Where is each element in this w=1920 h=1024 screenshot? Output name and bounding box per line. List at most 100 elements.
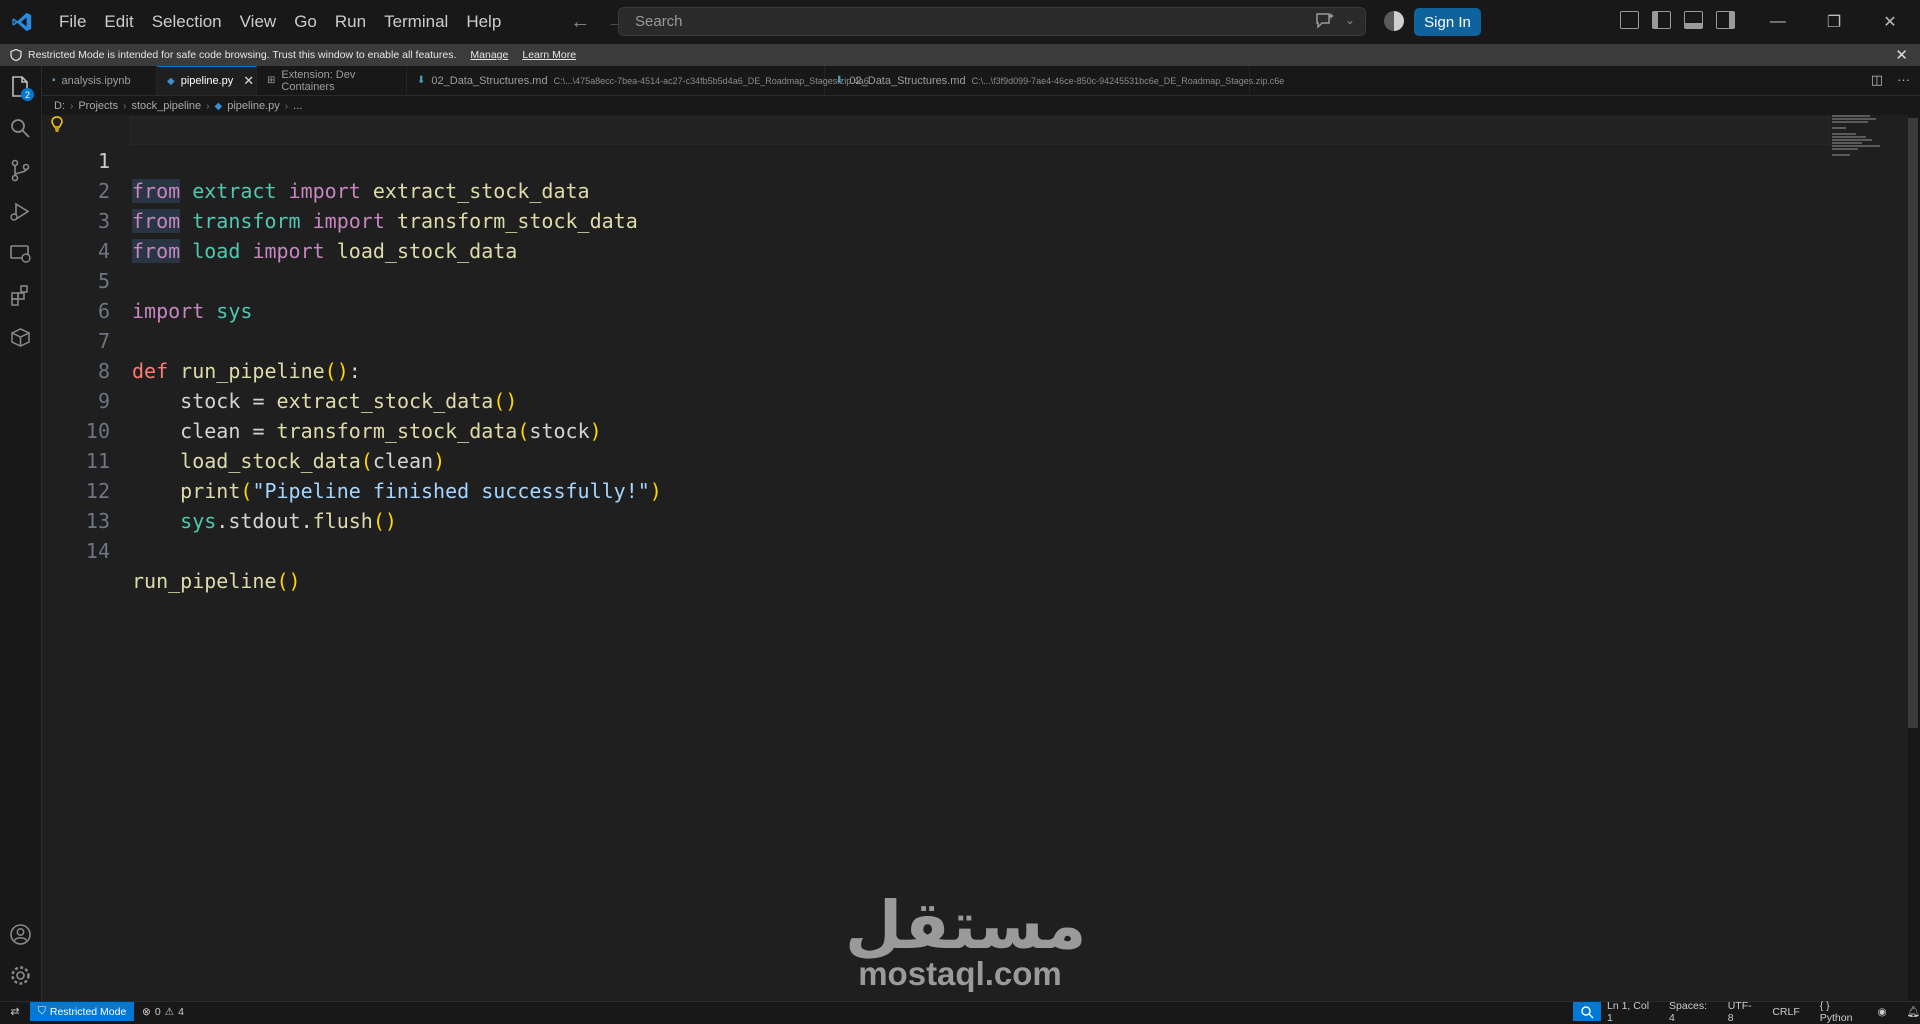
tab-label: analysis.ipynb [61,74,131,87]
manage-link[interactable]: Manage [470,49,508,61]
run-and-debug-icon[interactable] [8,199,33,224]
toggle-secondary-sidebar-icon[interactable] [1716,11,1735,29]
braces-icon: { } [1819,999,1830,1012]
sign-in-button[interactable]: Sign In [1414,8,1481,36]
menu-run[interactable]: Run [326,6,375,38]
language-label: Python [1819,1011,1853,1024]
restricted-mode-banner: Restricted Mode is intended for safe cod… [0,44,1920,66]
editor-tabs: ▪ analysis.ipynb ◆ pipeline.py ✕ ⊞ Exten… [42,66,1920,96]
split-editor-icon[interactable]: ◫ [1871,72,1883,88]
menu-view[interactable]: View [231,6,286,38]
tab-label: 02_Data_Structures.md [431,74,548,87]
watermark-latin: mostaql.com [858,955,1062,992]
menu-edit[interactable]: Edit [95,6,142,38]
editor-scrollbar[interactable] [1908,118,1918,728]
settings-gear-icon[interactable] [8,963,33,988]
more-actions-icon[interactable]: ··· [1897,72,1910,88]
breadcrumb-drive[interactable]: D: [54,100,65,112]
copilot-status-icon[interactable] [1384,11,1404,31]
menu-go[interactable]: Go [285,6,326,38]
tab-pipeline-py[interactable]: ◆ pipeline.py ✕ [157,66,257,95]
code-line: 8 stock = extract_stock_data() [42,326,1842,413]
code-editor[interactable]: 1 from extract import extract_stock_data… [42,115,1908,1001]
shield-icon: ⛉ [38,1005,46,1017]
code-line: 12 sys.stdout.flush() [42,446,1842,533]
search-placeholder: Search [635,13,683,30]
error-count: 0 [154,1005,161,1018]
tab-label: Extension: Dev Containers [281,68,356,93]
tab-data-structures-md-1[interactable]: ⬇ 02_Data_Structures.md C:\...\475a8ecc-… [407,66,869,95]
toggle-primary-sidebar-icon[interactable] [1652,11,1671,29]
breadcrumb-stock-pipeline[interactable]: stock_pipeline [131,100,201,112]
back-arrow-icon[interactable]: ← [570,11,590,34]
remote-explorer-icon[interactable] [8,241,33,266]
code-line: 1 from extract import extract_stock_data [42,116,1842,203]
chevron-right-icon: › [284,100,289,112]
breadcrumb-symbols[interactable]: ... [293,100,302,112]
menu-bar: File Edit Selection View Go Run Terminal… [50,0,510,44]
close-banner-icon[interactable]: ✕ [1895,46,1908,64]
minimap[interactable] [1832,115,1902,156]
code-line: 6 [42,266,1842,323]
python-icon: ◆ [214,100,223,112]
containers-icon[interactable] [8,325,33,350]
tab-path: C:\...\475a8ecc-7bea-4514-ac27-c34fb5b5d… [553,75,869,86]
code-line: 14 run_pipeline() [42,506,1842,593]
restricted-mode-label: Restricted Mode [49,1005,127,1018]
customize-layout-icon[interactable] [1620,11,1639,29]
source-control-icon[interactable] [8,158,33,183]
search-icon[interactable] [8,116,33,141]
remote-indicator-icon[interactable]: ⇄ [0,1002,30,1021]
tab-data-structures-md-2[interactable]: ⬇ 02_Data_Structures.md C:\...\f3f9d099-… [825,66,1284,95]
extensions-icon[interactable] [8,283,33,308]
menu-help[interactable]: Help [457,6,510,38]
activity-bar: 2 [0,66,42,1001]
menu-file[interactable]: File [50,6,95,38]
zoom-icon[interactable] [1573,1002,1601,1021]
close-tab-icon[interactable]: ✕ [243,73,254,89]
copilot-icon[interactable]: ◉ [1877,1006,1886,1018]
chat-sparkle-icon[interactable] [1315,12,1335,30]
toggle-panel-icon[interactable] [1684,11,1703,29]
chevron-right-icon: › [123,100,127,112]
tab-label: pipeline.py [180,75,234,87]
menu-selection[interactable]: Selection [143,6,231,38]
close-window-button[interactable]: ✕ [1862,0,1918,44]
markdown-icon: ⬇ [417,75,426,86]
end-of-line[interactable]: CRLF [1772,1006,1799,1018]
accounts-icon[interactable] [8,922,33,947]
status-bar: ⇄ ⛉ Restricted Mode ⊗ 0 ⚠ 4 Ln 1, Col 1 … [0,999,1920,1024]
code-line: 5 import sys [42,236,1842,323]
explorer-icon[interactable]: 2 [8,74,34,101]
command-center-search[interactable]: Search ⌄ [618,7,1366,36]
restore-button[interactable]: ❐ [1806,0,1862,44]
chevron-right-icon: › [70,100,74,112]
breadcrumb-file[interactable]: pipeline.py [227,100,280,112]
minimize-button[interactable]: — [1750,0,1806,44]
error-icon: ⊗ [142,1005,151,1018]
tab-label: 02_Data_Structures.md [849,74,966,87]
notifications-bell-icon[interactable]: 🔔︎ [1907,1005,1920,1018]
chevron-right-icon: › [206,100,210,112]
learn-more-link[interactable]: Learn More [522,49,576,61]
watermark-logo: مستقل mostaql.com [845,888,1087,992]
tab-extension-dev-containers[interactable]: ⊞ Extension: Dev Containers [257,66,407,95]
chevron-down-icon[interactable]: ⌄ [1345,13,1355,27]
code-line: 3 from load import load_stock_data [42,176,1842,263]
problems-status[interactable]: ⊗ 0 ⚠ 4 [142,1002,184,1021]
breadcrumb: D: › Projects › stock_pipeline › ◆ pipel… [54,98,302,114]
code-line: 11 print("Pipeline finished successfully… [42,416,1842,503]
restricted-mode-status[interactable]: ⛉ Restricted Mode [30,1002,135,1021]
menu-terminal[interactable]: Terminal [375,6,457,38]
warning-count: 4 [178,1005,184,1018]
title-bar: File Edit Selection View Go Run Terminal… [0,0,1920,44]
extension-icon: ⊞ [267,75,276,86]
code-line: 2 from transform import transform_stock_… [42,146,1842,233]
warning-icon: ⚠ [164,1005,175,1018]
watermark-arabic: مستقل [845,888,1087,962]
code-line: 10 load_stock_data(clean) [42,386,1842,473]
tab-analysis-ipynb[interactable]: ▪ analysis.ipynb [42,66,157,95]
banner-message: Restricted Mode is intended for safe cod… [28,49,457,61]
tab-path: C:\...\f3f9d099-7ae4-46ce-850c-94245531b… [971,75,1285,86]
breadcrumb-projects[interactable]: Projects [78,100,118,112]
